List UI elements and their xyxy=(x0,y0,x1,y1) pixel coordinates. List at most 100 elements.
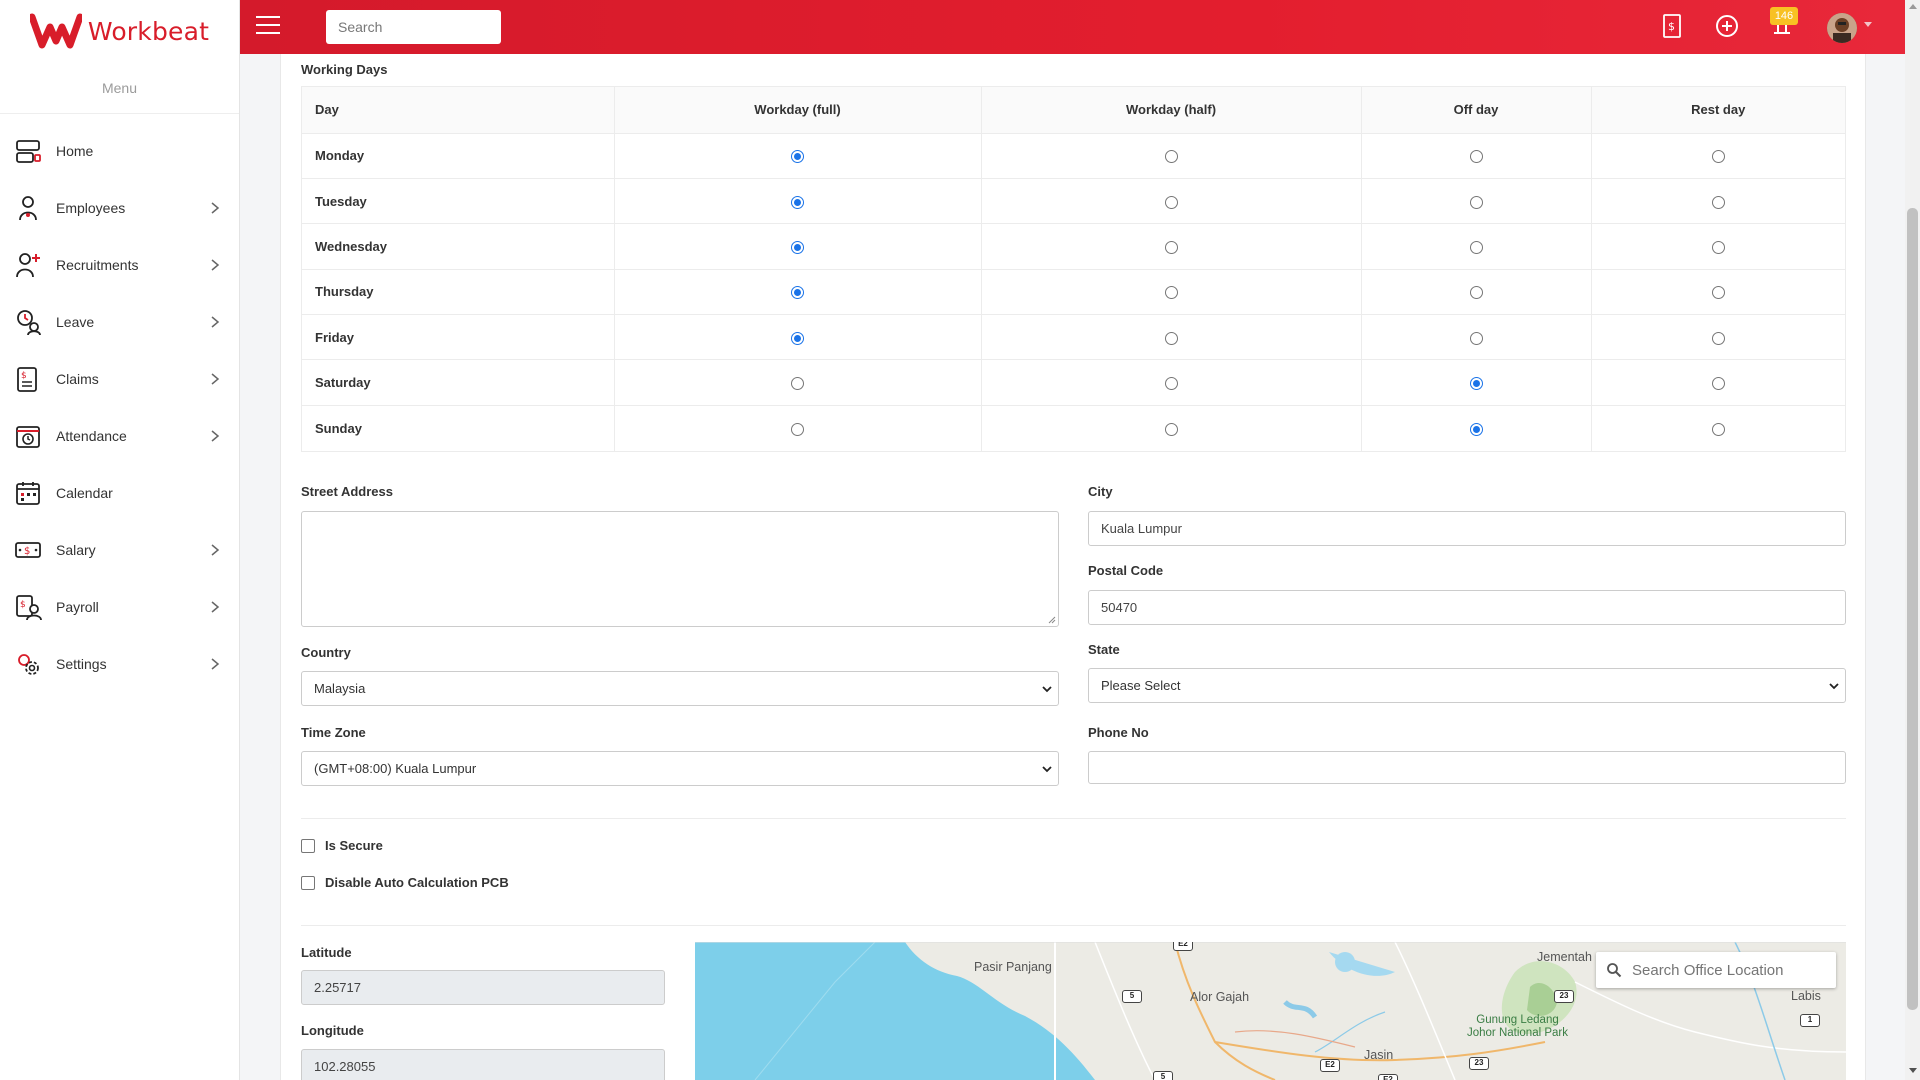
day-type-radio[interactable] xyxy=(1469,195,1483,209)
day-type-radio[interactable] xyxy=(791,150,804,164)
scroll-up-arrow-icon[interactable] xyxy=(1909,4,1917,9)
postal-code-input[interactable]: 50470 xyxy=(1088,590,1846,625)
day-name-cell: Monday xyxy=(302,133,615,179)
brand-logo[interactable]: Workbeat xyxy=(0,0,239,62)
scroll-thumb[interactable] xyxy=(1907,208,1918,1010)
day-type-radio[interactable] xyxy=(1164,422,1178,436)
sidebar-item-leave[interactable]: Leave xyxy=(0,293,239,350)
day-type-radio[interactable] xyxy=(1469,150,1483,164)
radio-cell xyxy=(614,133,982,179)
caret-down-icon[interactable] xyxy=(1864,22,1872,27)
table-row: Saturday xyxy=(302,359,1845,406)
day-type-radio[interactable] xyxy=(1164,195,1178,209)
page-scrollbar[interactable] xyxy=(1905,0,1920,1080)
table-row: Sunday xyxy=(302,405,1845,451)
day-type-radio[interactable] xyxy=(791,286,804,300)
sidebar-item-settings[interactable]: Settings xyxy=(0,635,239,692)
sidebar-nav: Home Employees Recruitments Leave $ Clai… xyxy=(0,114,239,692)
radio-cell xyxy=(981,178,1362,225)
scroll-down-arrow-icon[interactable] xyxy=(1909,1068,1917,1073)
sidebar-item-home[interactable]: Home xyxy=(0,122,239,179)
search-icon xyxy=(1607,963,1622,978)
radio-cell xyxy=(1361,314,1592,361)
sidebar-item-label: Claims xyxy=(56,370,99,387)
sidebar-item-payroll[interactable]: $ Payroll xyxy=(0,578,239,635)
radio-cell xyxy=(1361,223,1592,270)
day-type-radio[interactable] xyxy=(1711,241,1725,254)
route-shield: E2 xyxy=(1378,1074,1398,1080)
disable-pcb-checkbox[interactable] xyxy=(301,875,315,890)
day-type-radio[interactable] xyxy=(1469,422,1483,436)
resize-handle-icon[interactable] xyxy=(1048,616,1056,624)
day-type-radio[interactable] xyxy=(1711,377,1725,391)
map-search-placeholder: Search Office Location xyxy=(1632,961,1784,979)
postal-code-label: Postal Code xyxy=(1088,563,1164,578)
map-search-input[interactable]: Search Office Location xyxy=(1596,952,1836,988)
day-type-radio[interactable] xyxy=(791,195,804,209)
radio-cell xyxy=(614,314,982,361)
day-type-radio[interactable] xyxy=(1711,195,1725,209)
hamburger-menu-icon[interactable] xyxy=(256,16,280,36)
app: Workbeat Menu Home Employees Recruitment… xyxy=(0,0,1920,1080)
sidebar-item-label: Leave xyxy=(56,313,95,330)
claims-shortcut-icon[interactable]: $ xyxy=(1658,12,1686,40)
state-select[interactable]: Please Select xyxy=(1088,668,1846,703)
sidebar-item-label: Employees xyxy=(56,199,126,216)
day-type-radio[interactable] xyxy=(1164,150,1178,164)
day-type-radio[interactable] xyxy=(1469,286,1483,300)
radio-cell xyxy=(1591,269,1845,316)
day-type-radio[interactable] xyxy=(1469,331,1483,345)
radio-cell xyxy=(1591,405,1845,450)
day-type-radio[interactable] xyxy=(791,377,804,391)
is-secure-checkbox[interactable] xyxy=(301,838,315,853)
time-zone-select[interactable]: (GMT+08:00) Kuala Lumpur xyxy=(301,751,1059,786)
radio-cell xyxy=(1361,133,1592,179)
day-type-radio[interactable] xyxy=(1469,377,1483,391)
sidebar-item-attendance[interactable]: Attendance xyxy=(0,407,239,464)
chevron-right-icon xyxy=(211,373,220,385)
avatar[interactable] xyxy=(1827,13,1857,43)
day-type-radio[interactable] xyxy=(1711,150,1725,164)
salary-icon: $ xyxy=(14,536,42,564)
latitude-input: 2.25717 xyxy=(301,970,665,1005)
day-type-radio[interactable] xyxy=(1164,241,1178,254)
route-shield: E2 xyxy=(1320,1059,1340,1072)
radio-cell xyxy=(1591,133,1845,179)
day-type-radio[interactable] xyxy=(791,422,804,436)
radio-cell xyxy=(614,223,982,270)
payroll-icon: $ xyxy=(14,593,42,621)
day-type-radio[interactable] xyxy=(1711,331,1725,345)
day-type-radio[interactable] xyxy=(791,241,804,254)
menu-title: Menu xyxy=(0,62,239,114)
sidebar-item-recruitments[interactable]: Recruitments xyxy=(0,236,239,293)
city-input[interactable]: Kuala Lumpur xyxy=(1088,511,1846,546)
street-address-field[interactable] xyxy=(301,511,1059,627)
home-icon xyxy=(14,137,42,165)
phone-no-input[interactable] xyxy=(1088,751,1846,784)
latitude-label: Latitude xyxy=(301,945,352,960)
add-circle-icon[interactable] xyxy=(1713,12,1741,40)
sidebar-item-calendar[interactable]: Calendar xyxy=(0,464,239,521)
day-type-radio[interactable] xyxy=(1164,331,1178,345)
radio-cell xyxy=(614,178,982,225)
sidebar-item-claims[interactable]: $ Claims xyxy=(0,350,239,407)
svg-text:$: $ xyxy=(24,546,30,557)
office-location-map[interactable]: Pasir Panjang Alor Gajah Jasin Jementah … xyxy=(695,942,1846,1080)
day-type-radio[interactable] xyxy=(1711,286,1725,300)
topbar xyxy=(240,0,1905,54)
sidebar-item-employees[interactable]: Employees xyxy=(0,179,239,236)
day-type-radio[interactable] xyxy=(1164,377,1178,391)
route-shield: 23 xyxy=(1469,1057,1489,1070)
day-type-radio[interactable] xyxy=(1164,286,1178,300)
day-type-radio[interactable] xyxy=(1711,422,1725,436)
city-label: City xyxy=(1088,484,1113,499)
chevron-right-icon xyxy=(211,544,220,556)
chevron-down-icon xyxy=(1042,766,1052,773)
day-type-radio[interactable] xyxy=(791,331,804,345)
day-name-cell: Wednesday xyxy=(302,223,615,270)
country-select[interactable]: Malaysia xyxy=(301,671,1059,706)
sidebar-item-salary[interactable]: $ Salary xyxy=(0,521,239,578)
search-input[interactable] xyxy=(326,10,501,44)
day-type-radio[interactable] xyxy=(1469,241,1483,254)
table-row: Thursday xyxy=(302,269,1845,316)
